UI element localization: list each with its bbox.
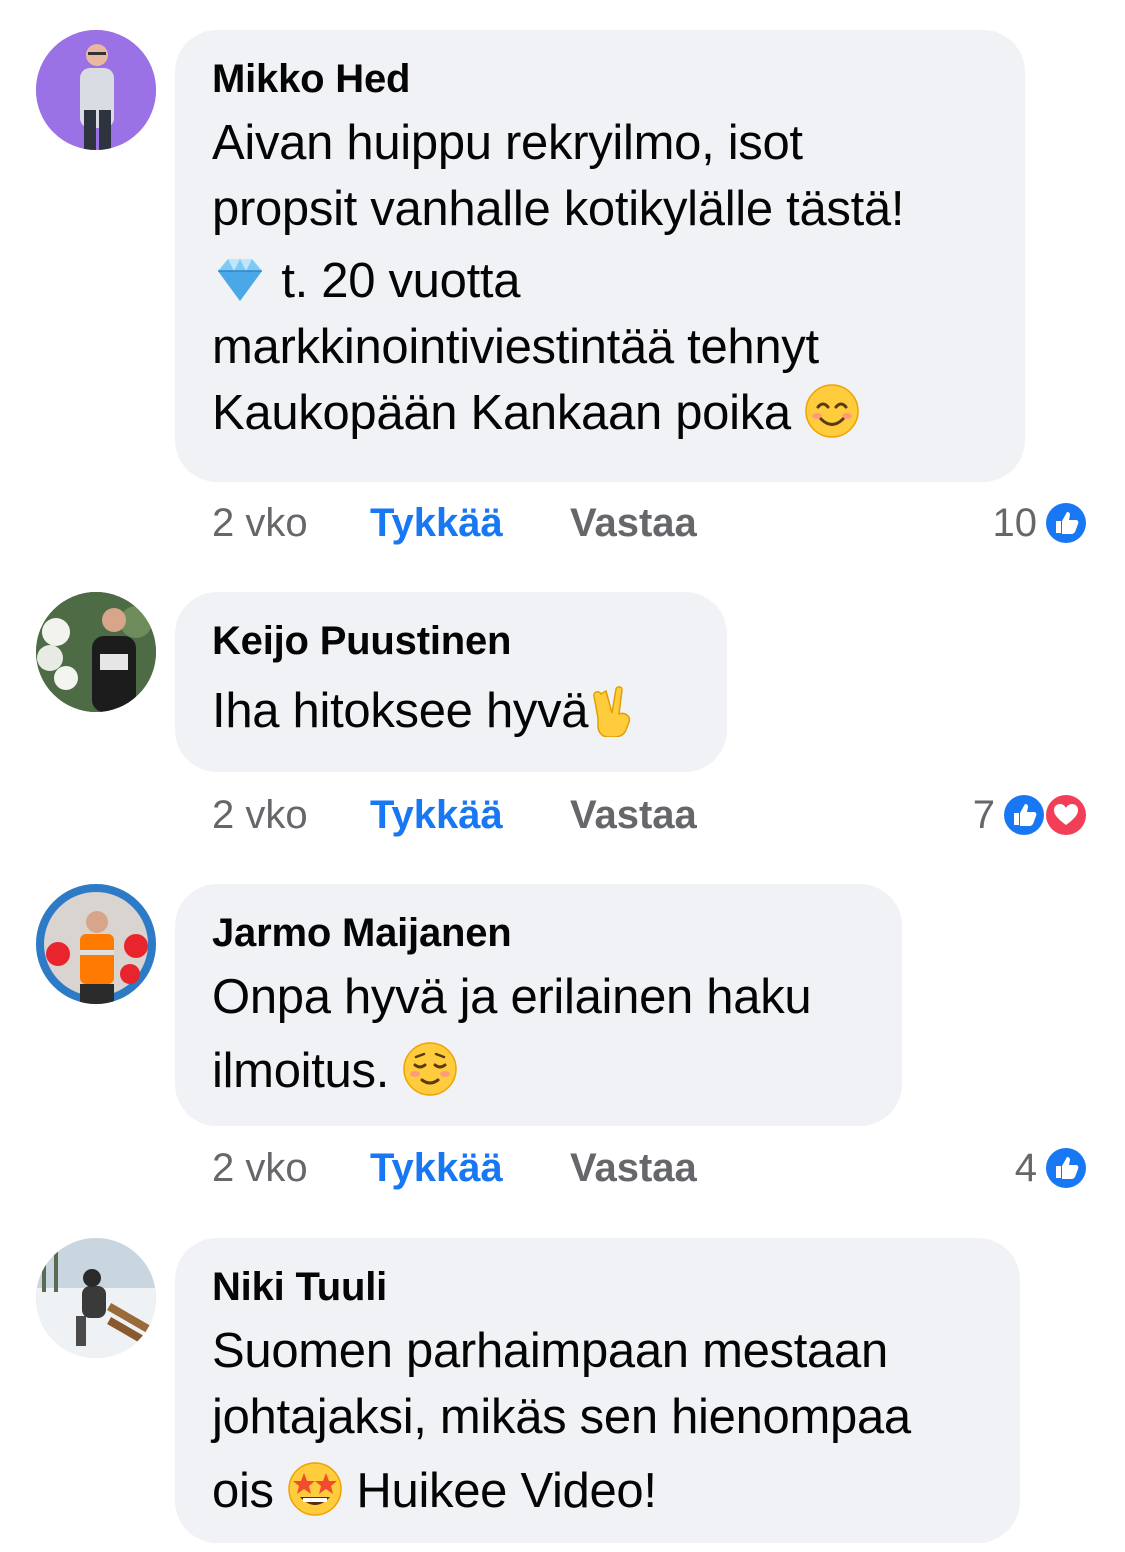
- comment-text: Aivan huippu rekryilmo, isot propsit van…: [212, 110, 989, 446]
- star-struck-emoji: [287, 1461, 343, 1517]
- like-button[interactable]: Tykkää: [370, 498, 503, 548]
- comment-line: Onpa hyvä ja erilainen haku: [212, 970, 812, 1024]
- like-button[interactable]: Tykkää: [370, 1143, 503, 1193]
- comment-line: markkinointiviestintää tehnyt: [212, 320, 819, 374]
- avatar-jarmo-maijanen[interactable]: [36, 884, 156, 1004]
- comment-line: Suomen parhaimpaan mestaan: [212, 1324, 888, 1378]
- reaction-count: 4: [1014, 1146, 1037, 1190]
- avatar-keijo-puustinen[interactable]: [36, 592, 156, 712]
- comment-line: propsit vanhalle kotikylälle tästä!: [212, 182, 905, 236]
- reaction-summary[interactable]: 4: [1015, 1143, 1089, 1193]
- comment-line-with-emoji: Iha hitoksee hyvä: [212, 678, 691, 744]
- victory-hand-emoji: [588, 681, 644, 737]
- avatar-mikko-hed[interactable]: [36, 30, 156, 150]
- comment-time[interactable]: 2 vko: [212, 498, 308, 548]
- comment-bubble: Mikko Hed Aivan huippu rekryilmo, isot p…: [175, 30, 1025, 482]
- reaction-count: 10: [992, 501, 1038, 545]
- like-button[interactable]: Tykkää: [370, 790, 503, 840]
- comment-actions: 2 vko Tykkää Vastaa: [212, 1143, 697, 1193]
- comment-line-with-emoji: ois Huikee Video!: [212, 1458, 984, 1524]
- reaction-summary[interactable]: 10: [993, 498, 1090, 548]
- comment-actions: 2 vko Tykkää Vastaa: [212, 498, 697, 548]
- like-reaction-icon: [1002, 793, 1046, 837]
- like-reaction-icon: [1044, 501, 1088, 545]
- reply-button[interactable]: Vastaa: [570, 790, 697, 840]
- comment-bubble: Keijo Puustinen Iha hitoksee hyvä: [175, 592, 727, 772]
- comment-author[interactable]: Mikko Hed: [212, 54, 989, 104]
- comment-text: Suomen parhaimpaan mestaan johtajaksi, m…: [212, 1318, 984, 1524]
- comment-line: Aivan huippu rekryilmo, isot: [212, 116, 803, 170]
- comment-author[interactable]: Niki Tuuli: [212, 1262, 984, 1312]
- comment-line: johtajaksi, mikäs sen hienompaa: [212, 1390, 911, 1444]
- comment-line-with-emoji: t. 20 vuotta: [212, 248, 989, 314]
- comment-time[interactable]: 2 vko: [212, 1143, 308, 1193]
- comment-author[interactable]: Jarmo Maijanen: [212, 908, 866, 958]
- comment-text: Iha hitoksee hyvä: [212, 678, 691, 744]
- avatar-niki-tuuli[interactable]: [36, 1238, 156, 1358]
- comment-actions: 2 vko Tykkää Vastaa: [212, 790, 697, 840]
- comment-author[interactable]: Keijo Puustinen: [212, 616, 691, 666]
- smiling-face-emoji: [804, 383, 860, 439]
- reply-button[interactable]: Vastaa: [570, 498, 697, 548]
- reaction-count: 7: [972, 793, 995, 837]
- comment-bubble: Jarmo Maijanen Onpa hyvä ja erilainen ha…: [175, 884, 902, 1126]
- reply-button[interactable]: Vastaa: [570, 1143, 697, 1193]
- comment-line-with-emoji: Kaukopään Kankaan poika: [212, 380, 989, 446]
- like-reaction-icon: [1044, 1146, 1088, 1190]
- reaction-summary[interactable]: 7: [973, 790, 1089, 840]
- love-reaction-icon: [1044, 793, 1088, 837]
- comment-time[interactable]: 2 vko: [212, 790, 308, 840]
- relieved-face-emoji: [402, 1041, 458, 1097]
- comment-bubble: Niki Tuuli Suomen parhaimpaan mestaan jo…: [175, 1238, 1020, 1543]
- gem-emoji: [212, 251, 268, 307]
- comment-line-with-emoji: ilmoitus.: [212, 1038, 866, 1104]
- comment-text: Onpa hyvä ja erilainen haku ilmoitus.: [212, 964, 866, 1104]
